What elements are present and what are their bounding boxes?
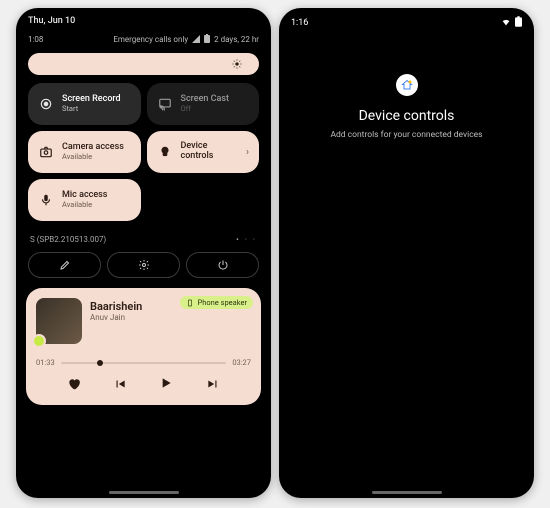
heart-icon	[67, 377, 81, 391]
source-badge-icon	[32, 334, 46, 348]
build-row: S (SPB2.210513.007) • · ·	[16, 221, 271, 248]
skip-next-icon	[206, 377, 220, 391]
track-artist: Anuv Jain	[90, 313, 142, 322]
tile-device-controls[interactable]: Device controls ›	[147, 131, 260, 173]
tile-screen-cast[interactable]: Screen Cast Off	[147, 83, 260, 125]
play-button[interactable]	[158, 375, 174, 395]
total-label: 03:27	[232, 358, 251, 367]
settings-button[interactable]	[107, 252, 180, 278]
clock-label: 1:08	[28, 35, 43, 44]
elapsed-label: 01:33	[36, 358, 55, 367]
page-title: Device controls	[359, 108, 455, 124]
album-art	[36, 298, 82, 344]
skip-prev-icon	[113, 377, 127, 391]
favorite-button[interactable]	[67, 376, 81, 395]
mic-icon	[38, 192, 54, 208]
brightness-icon	[232, 59, 242, 69]
tile-title: Device controls	[181, 142, 238, 162]
pencil-icon	[59, 259, 71, 271]
prev-button[interactable]	[113, 376, 127, 395]
camera-icon	[38, 144, 54, 160]
phone-left-quicksettings: Thu, Jun 10 1:08 Emergency calls only 2 …	[16, 8, 271, 498]
action-row	[16, 248, 271, 282]
battery-icon	[204, 34, 210, 45]
tile-screen-record[interactable]: Screen Record Start	[28, 83, 141, 125]
next-button[interactable]	[206, 376, 220, 395]
power-button[interactable]	[186, 252, 259, 278]
signal-icon	[192, 35, 200, 45]
phone-icon	[186, 299, 194, 307]
date-label: Thu, Jun 10	[16, 8, 271, 28]
media-player-card: Phone speaker Baarishein Anuv Jain 01:33…	[26, 288, 261, 405]
media-controls	[36, 375, 251, 395]
power-icon	[217, 259, 229, 271]
emergency-label: Emergency calls only	[113, 35, 188, 44]
play-icon	[158, 375, 174, 391]
home-app-icon	[396, 74, 418, 96]
tile-sub: Available	[62, 153, 124, 161]
clock-label: 1:16	[291, 18, 308, 28]
tile-mic-access[interactable]: Mic access Available	[28, 179, 141, 221]
track-title: Baarishein	[90, 300, 142, 313]
page-indicator: • · ·	[236, 235, 257, 244]
tile-sub: Available	[62, 201, 107, 209]
output-label: Phone speaker	[197, 298, 247, 307]
status-row: 1:08 Emergency calls only 2 days, 22 hr	[16, 28, 271, 49]
build-label: S (SPB2.210513.007)	[30, 235, 106, 244]
phone-right-device-controls: 1:16 Device controls Add controls for yo…	[279, 8, 534, 498]
record-icon	[38, 96, 54, 112]
tile-camera-access[interactable]: Camera access Available	[28, 131, 141, 173]
brightness-slider[interactable]	[16, 49, 271, 83]
progress-row[interactable]: 01:33 03:27	[36, 358, 251, 367]
empty-state: Device controls Add controls for your co…	[279, 38, 534, 140]
progress-bar[interactable]	[61, 362, 227, 364]
chevron-right-icon: ›	[246, 147, 249, 158]
battery-icon	[515, 16, 522, 30]
quick-tiles-grid: Screen Record Start Screen Cast Off Came…	[16, 83, 271, 221]
status-bar: 1:16	[279, 8, 534, 38]
output-chip[interactable]: Phone speaker	[180, 296, 253, 309]
gear-icon	[138, 259, 150, 271]
nav-handle[interactable]	[372, 491, 442, 494]
tile-sub: Start	[62, 105, 121, 113]
battery-time-label: 2 days, 22 hr	[214, 35, 259, 44]
edit-button[interactable]	[28, 252, 101, 278]
nav-handle[interactable]	[109, 491, 179, 494]
tile-sub: Off	[181, 105, 230, 113]
cast-icon	[157, 96, 173, 112]
page-subtitle: Add controls for your connected devices	[330, 130, 482, 140]
bulb-icon	[157, 144, 173, 160]
wifi-icon	[501, 17, 511, 30]
